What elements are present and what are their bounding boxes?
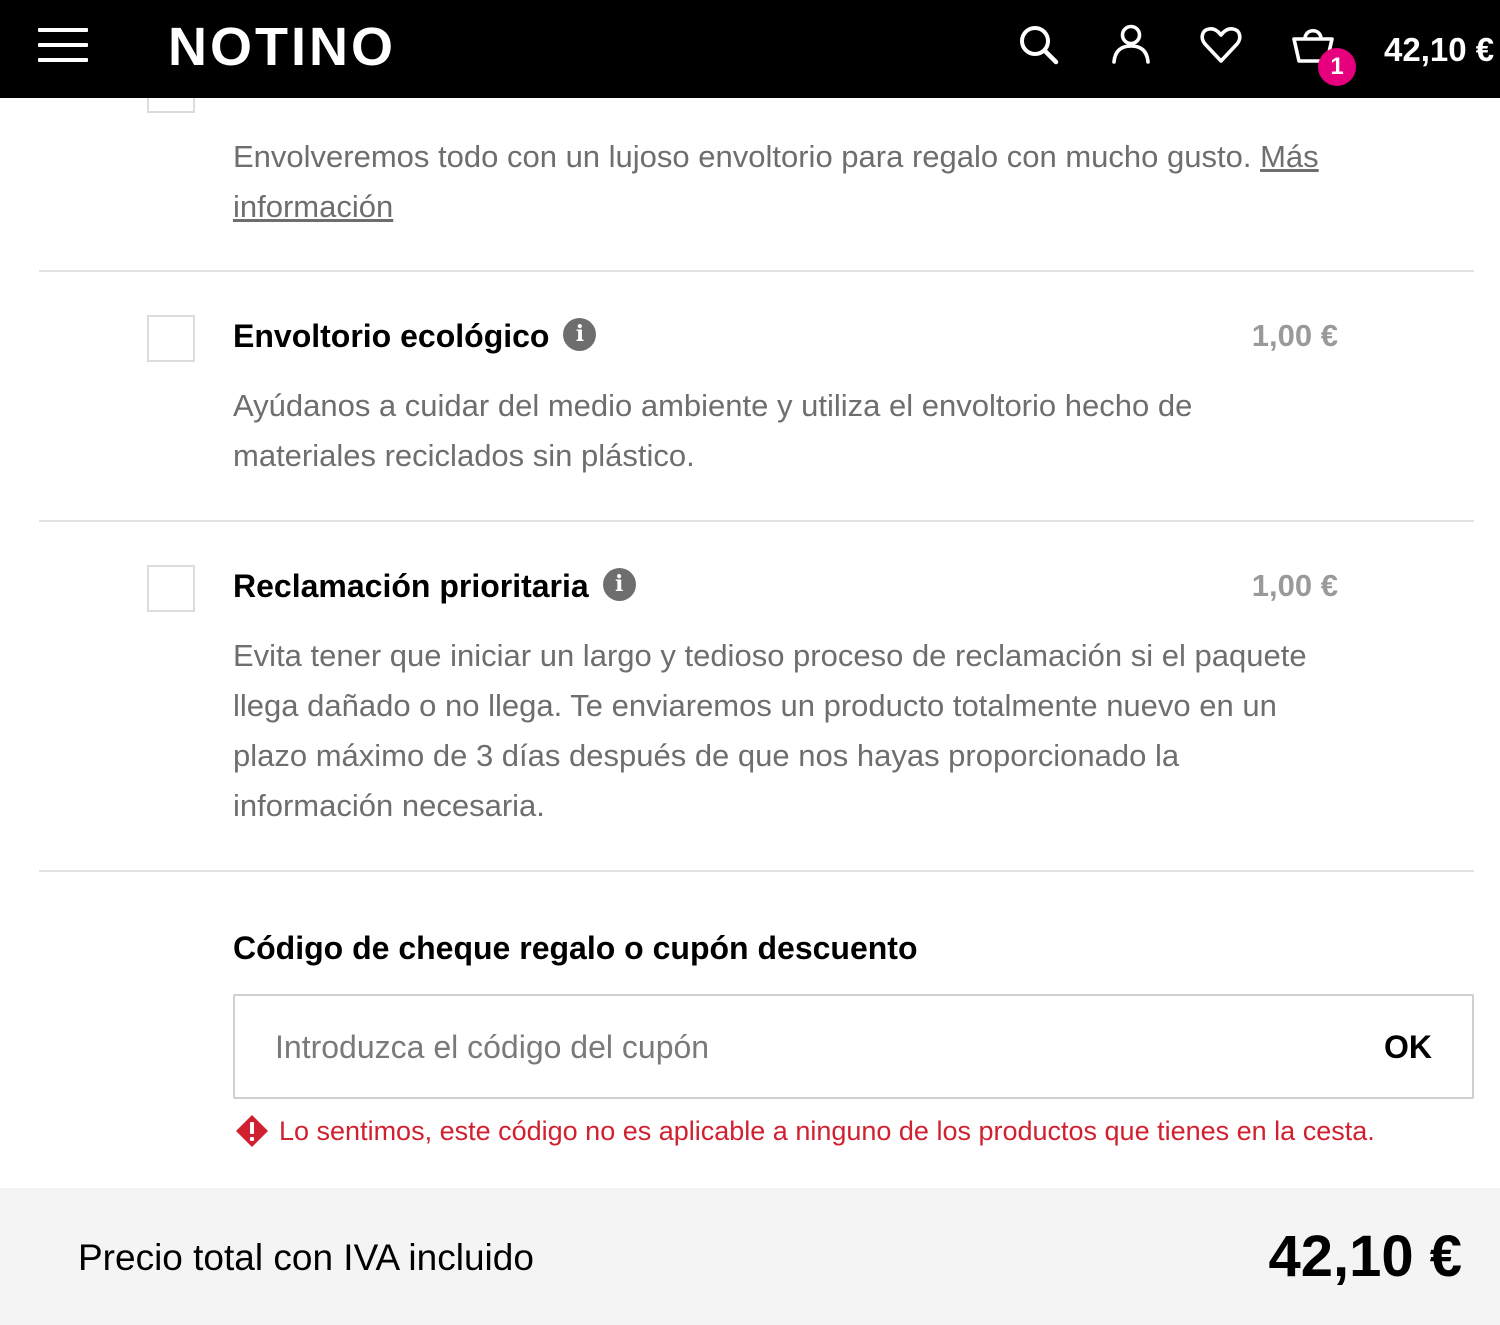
total-bar: Precio total con IVA incluido 42,10 € xyxy=(0,1188,1500,1325)
top-header: NOTINO 1 42,10 € xyxy=(0,0,1500,98)
priority-claim-price: 1,00 € xyxy=(1251,568,1338,603)
notino-logo[interactable]: NOTINO xyxy=(168,18,396,76)
divider xyxy=(39,270,1474,272)
coupon-field: OK xyxy=(233,994,1474,1099)
info-icon[interactable]: i xyxy=(602,568,636,602)
heart-icon[interactable] xyxy=(1198,22,1244,68)
menu-icon[interactable] xyxy=(38,26,88,64)
priority-claim-description: Evita tener que iniciar un largo y tedio… xyxy=(233,638,1307,823)
cart-count-badge: 1 xyxy=(1318,48,1356,86)
total-price: 42,10 € xyxy=(1268,1224,1462,1289)
divider xyxy=(39,520,1474,522)
gift-wrap-description: Envolveremos todo con un lujoso envoltor… xyxy=(233,132,1323,232)
header-cart-total[interactable]: 42,10 € xyxy=(1384,30,1494,70)
eco-wrap-checkbox[interactable] xyxy=(147,315,195,362)
gift-wrap-description-text: Envolveremos todo con un lujoso envoltor… xyxy=(233,139,1252,174)
search-icon[interactable] xyxy=(1016,22,1062,68)
eco-wrap-price: 1,00 € xyxy=(1251,318,1338,353)
eco-wrap-title-text: Envoltorio ecológico xyxy=(233,318,550,354)
divider xyxy=(39,870,1474,872)
priority-claim-title: Reclamación prioritaria i xyxy=(233,566,636,606)
eco-wrap-title: Envoltorio ecológico i xyxy=(233,316,597,356)
coupon-title: Código de cheque regalo o cupón descuent… xyxy=(233,930,918,966)
priority-claim-title-text: Reclamación prioritaria xyxy=(233,568,589,604)
coupon-ok-button[interactable]: OK xyxy=(1384,1024,1432,1070)
priority-claim-checkbox[interactable] xyxy=(147,565,195,612)
info-icon[interactable]: i xyxy=(563,318,597,352)
warning-icon xyxy=(236,1115,268,1147)
coupon-error-text: Lo sentimos, este código no es aplicable… xyxy=(279,1116,1375,1146)
user-icon[interactable] xyxy=(1108,22,1154,68)
total-label: Precio total con IVA incluido xyxy=(78,1237,534,1278)
coupon-input[interactable] xyxy=(275,1020,1325,1074)
eco-wrap-description: Ayúdanos a cuidar del medio ambiente y u… xyxy=(233,388,1193,473)
